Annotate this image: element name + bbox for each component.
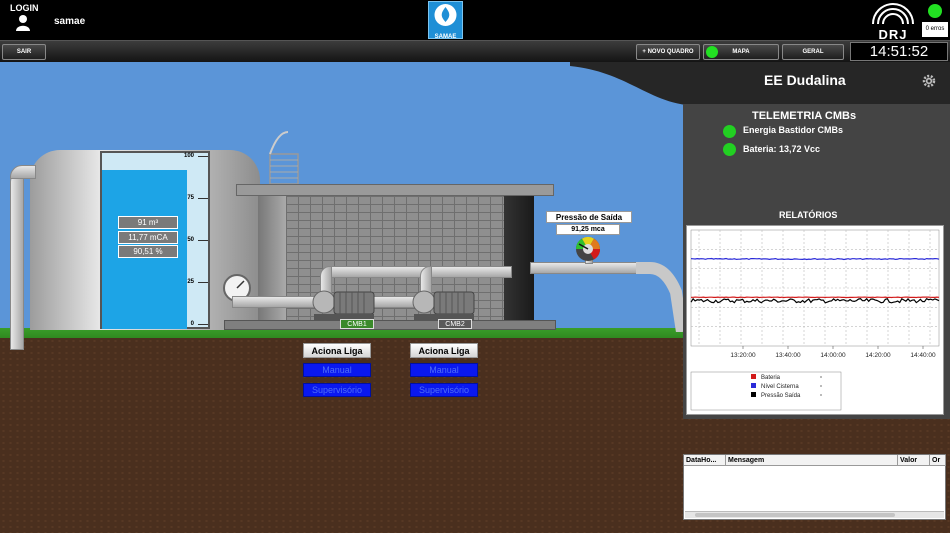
pump-cmb1-label[interactable]: CMB1 xyxy=(340,319,374,329)
samae-logo: SAMAE xyxy=(428,1,463,40)
pressure-gauge-icon[interactable] xyxy=(572,234,604,262)
tank-scale-label: 100 xyxy=(183,153,194,159)
messages-table[interactable]: DataHo... Mensagem Valor Or xyxy=(683,454,946,520)
general-button[interactable]: GERAL xyxy=(782,44,844,60)
tank-scale-label: 0 xyxy=(190,321,194,327)
outlet-pressure-label: Pressão de Saída xyxy=(546,211,632,223)
login-label[interactable]: LOGIN xyxy=(10,3,39,13)
tank-scale-label: 75 xyxy=(187,195,194,201)
telemetry-battery-label: Bateria: 13,72 Vcc xyxy=(743,144,821,154)
tank-scale-label: 25 xyxy=(187,279,194,285)
chart-canvas: 13:20:00 13:40:00 14:00:00 14:20:00 14:40:00… xyxy=(690,229,940,411)
clock: 14:51:52 xyxy=(850,42,948,61)
legend-label: Pressão Saída xyxy=(761,393,801,399)
telemetry-battery-status-icon xyxy=(723,143,736,156)
pump-cmb2-icon xyxy=(412,290,475,320)
cmb1-mode-button[interactable]: Manual xyxy=(303,363,371,377)
tank-scale-label: 50 xyxy=(187,237,194,243)
connection-status-indicator xyxy=(928,4,942,18)
pump-house-floor xyxy=(224,320,556,330)
tank-scale-tick xyxy=(198,240,208,241)
cmb2-start-button[interactable]: Aciona Liga xyxy=(410,343,478,358)
legend-label: Nível Cisterna xyxy=(761,384,799,390)
x-tick-label: 14:20:00 xyxy=(865,352,891,359)
column-header-origin[interactable]: Or xyxy=(930,455,946,466)
x-tick-label: 14:40:00 xyxy=(910,352,936,359)
suction-pipe xyxy=(232,296,322,308)
station-title: EE Dudalina xyxy=(764,72,846,88)
scada-screen: LOGIN samae SAMAE DRJ AUTOMAÇÃO 0 erros xyxy=(0,0,950,533)
legend-label: Bateria xyxy=(761,375,781,381)
messages-horizontal-scrollbar[interactable] xyxy=(685,511,944,518)
tank-ladder xyxy=(269,131,299,185)
pump-house-roof xyxy=(236,184,554,196)
reports-chart[interactable]: 13:20:00 13:40:00 14:00:00 14:20:00 14:40:00… xyxy=(686,225,944,415)
outlet-pipe-bend xyxy=(636,262,684,332)
x-tick-label: 13:40:00 xyxy=(775,352,801,359)
user-icon xyxy=(16,15,30,31)
column-header-value[interactable]: Valor xyxy=(898,455,930,466)
cmb2-control-button[interactable]: Supervisório xyxy=(410,383,478,397)
telemetry-title: TELEMETRIA CMBs xyxy=(752,110,857,122)
top-header: LOGIN samae SAMAE DRJ AUTOMAÇÃO 0 erros xyxy=(0,0,950,44)
tank-scale-tick xyxy=(198,198,208,199)
column-header-datetime[interactable]: DataHo... xyxy=(684,455,726,466)
water-drop-logo-icon xyxy=(434,4,457,26)
new-board-button[interactable]: + NOVO QUADRO xyxy=(636,44,700,60)
errors-counter[interactable]: 0 erros xyxy=(922,22,948,37)
tank-percent: 90,51 % xyxy=(118,245,178,258)
gear-icon[interactable] xyxy=(921,73,937,89)
drj-arcs-icon xyxy=(872,3,914,25)
pump-cmb2-label[interactable]: CMB2 xyxy=(438,319,472,329)
tank-scale-tick xyxy=(198,282,208,283)
logout-button[interactable]: SAIR xyxy=(2,44,46,60)
telemetry-power-status-icon xyxy=(723,125,736,138)
cmb1-control-button[interactable]: Supervisório xyxy=(303,383,371,397)
inlet-pipe-elbow xyxy=(10,165,36,179)
station-header-background xyxy=(570,62,950,106)
tank-volume: 91 m³ xyxy=(118,216,178,229)
pump-house-column-right xyxy=(504,196,534,322)
pump-cmb1-icon xyxy=(312,290,375,320)
x-tick-label: 13:20:00 xyxy=(730,352,756,359)
scrollbar-thumb[interactable] xyxy=(695,513,895,517)
x-tick-label: 14:00:00 xyxy=(820,352,846,359)
discharge-header xyxy=(320,266,512,278)
telemetry-power-label: Energia Bastidor CMBs xyxy=(743,125,844,135)
map-button-label: MAPA xyxy=(732,49,750,55)
cmb2-mode-button[interactable]: Manual xyxy=(410,363,478,377)
pump-cmb2-controls: Aciona Liga Manual Supervisório xyxy=(410,343,478,401)
tank-scale-tick xyxy=(198,324,208,325)
map-button[interactable]: MAPA xyxy=(703,44,779,60)
reports-title: RELATÓRIOS xyxy=(779,210,838,220)
legend-swatch xyxy=(751,392,756,397)
tank-scale-tick xyxy=(198,156,208,157)
tank-head: 11,77 mCA xyxy=(118,231,178,244)
legend-swatch xyxy=(751,383,756,388)
column-header-message[interactable]: Mensagem xyxy=(726,455,898,466)
legend-swatch xyxy=(751,374,756,379)
drj-logo: DRJ AUTOMAÇÃO xyxy=(868,0,918,44)
username: samae xyxy=(54,16,86,27)
menu-bar: SAIR + NOVO QUADRO MAPA GERAL xyxy=(0,40,950,62)
pump-cmb1-controls: Aciona Liga Manual Supervisório xyxy=(303,343,371,401)
inlet-pipe xyxy=(10,170,24,350)
drj-logo-text: DRJ xyxy=(878,27,908,42)
map-status-icon xyxy=(706,46,718,58)
cmb1-start-button[interactable]: Aciona Liga xyxy=(303,343,371,358)
